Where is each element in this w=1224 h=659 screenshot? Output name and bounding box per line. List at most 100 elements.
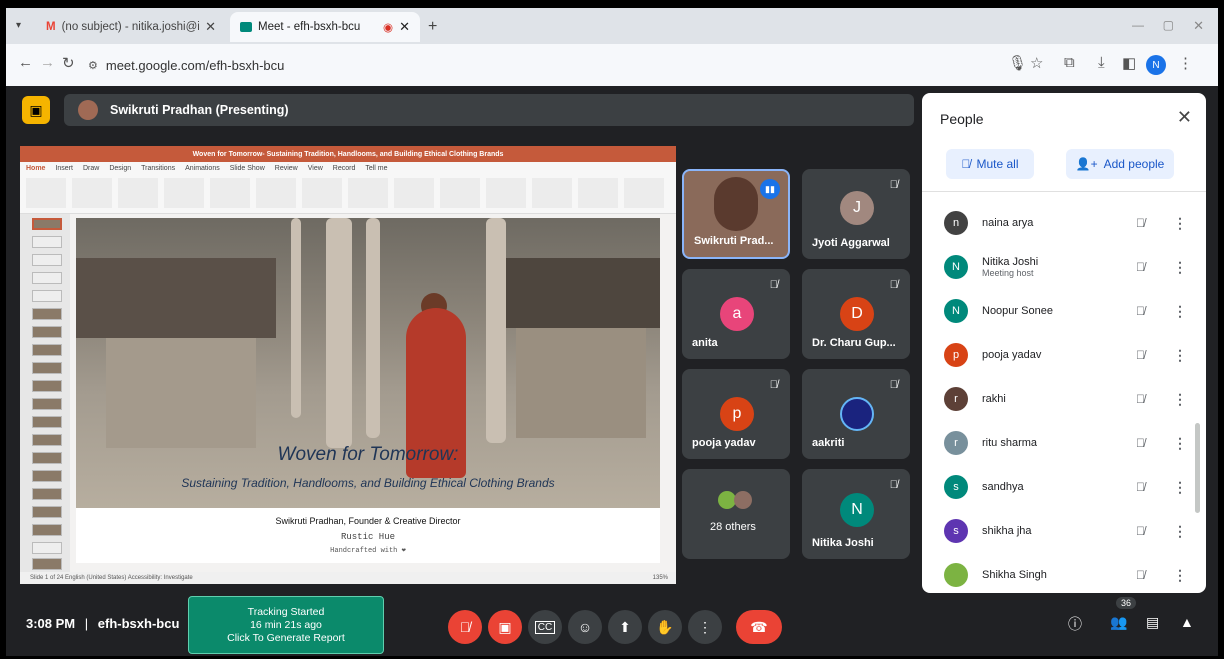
- close-icon[interactable]: ✕: [1177, 107, 1192, 128]
- presenter-avatar: [78, 100, 98, 120]
- control-bar: 3:08 PM | efh-bsxh-bcu Tracking Started …: [6, 594, 1218, 656]
- present-button[interactable]: ⬆: [608, 610, 642, 644]
- people-list-item[interactable]: N Noopur Sonee 🎙̸ ⋮: [944, 291, 1194, 331]
- participant-tile[interactable]: 🎙̸ a anita: [682, 269, 790, 359]
- others-tile[interactable]: 28 others: [682, 469, 790, 559]
- ppt-ribbon: Home Insert Draw Design Transitions Anim…: [20, 162, 676, 214]
- bookmark-star-icon[interactable]: ☆: [1030, 54, 1043, 72]
- mic-off-icon[interactable]: 🎙̸: [1136, 436, 1145, 450]
- mute-all-button[interactable]: 🎙̸ Mute all: [946, 149, 1034, 179]
- new-tab-button[interactable]: +: [428, 18, 437, 36]
- reload-icon[interactable]: ↻: [62, 54, 75, 72]
- meeting-time: 3:08 PM: [26, 616, 76, 631]
- people-list-item[interactable]: Shikha Singh 🎙̸ ⋮: [944, 555, 1194, 593]
- back-icon[interactable]: ←: [18, 54, 33, 71]
- slide-thumbnail: [32, 452, 62, 464]
- side-panel-icon[interactable]: ◧: [1122, 54, 1136, 72]
- more-options-icon[interactable]: ⋮: [1173, 435, 1187, 452]
- tracking-report-button[interactable]: Tracking Started 16 min 21s ago Click To…: [188, 596, 384, 654]
- url-field[interactable]: ⚙ meet.google.com/efh-bsxh-bcu: [76, 50, 1036, 80]
- tree-trunk: [291, 218, 301, 418]
- url-text: meet.google.com/efh-bsxh-bcu: [105, 57, 285, 73]
- participant-name: Jyoti Aggarwal: [812, 237, 890, 249]
- tab-meet[interactable]: Meet - efh-bsxh-bcu ◉ ✕: [230, 12, 420, 42]
- ppt-menu: Home Insert Draw Design Transitions Anim…: [20, 162, 676, 175]
- mic-off-icon[interactable]: 🎙̸: [1136, 216, 1145, 230]
- close-icon[interactable]: ✕: [399, 19, 410, 35]
- people-list-scrollbar[interactable]: [1195, 423, 1200, 513]
- more-options-icon[interactable]: ⋮: [1173, 479, 1187, 496]
- ppt-zoom: 135%: [652, 575, 668, 581]
- mic-off-icon: 🎙̸: [889, 179, 898, 191]
- presenter-banner-text: Swikruti Pradhan (Presenting): [110, 103, 289, 117]
- hut-wall: [516, 328, 646, 438]
- tab-gmail[interactable]: M (no subject) - nitika.joshi@ihe.c ✕: [36, 12, 226, 42]
- mic-off-icon[interactable]: 🎙̸: [1136, 480, 1145, 494]
- people-list-item[interactable]: s sandhya 🎙̸ ⋮: [944, 467, 1194, 507]
- minimize-icon[interactable]: —: [1132, 18, 1144, 32]
- more-options-icon[interactable]: ⋮: [1173, 303, 1187, 320]
- participant-tile[interactable]: 🎙̸ D Dr. Charu Gup...: [802, 269, 910, 359]
- add-people-button[interactable]: 👤+ Add people: [1066, 149, 1174, 179]
- more-options-icon[interactable]: ⋮: [1173, 215, 1187, 232]
- participant-avatar: s: [944, 519, 968, 543]
- hut-roof: [76, 258, 276, 338]
- ppt-menu-item: View: [307, 165, 323, 172]
- more-options-button[interactable]: ⋮: [688, 610, 722, 644]
- people-icon[interactable]: 👥: [1110, 614, 1127, 631]
- people-list-item[interactable]: p pooja yadav 🎙̸ ⋮: [944, 335, 1194, 375]
- people-list-item[interactable]: N Nitika Joshi Meeting host 🎙̸ ⋮: [944, 247, 1194, 287]
- slide-thumbnail: [32, 254, 62, 266]
- mic-off-button[interactable]: 🎙̸: [448, 610, 482, 644]
- participant-tile[interactable]: 🎙̸ aakriti: [802, 369, 910, 459]
- people-list-item[interactable]: r ritu sharma 🎙̸ ⋮: [944, 423, 1194, 463]
- mic-off-icon[interactable]: 🎙̸: [1136, 304, 1145, 318]
- leave-call-button[interactable]: ☎: [736, 610, 782, 644]
- mic-off-icon[interactable]: 🎙̸: [1136, 392, 1145, 406]
- window-close-icon[interactable]: ✕: [1193, 18, 1204, 34]
- mic-off-icon[interactable]: 🎙̸: [1136, 260, 1145, 274]
- profile-avatar[interactable]: N: [1146, 55, 1166, 75]
- more-options-icon[interactable]: ⋮: [1173, 567, 1187, 584]
- mic-off-icon[interactable]: 🎙̸: [1136, 568, 1145, 582]
- activities-icon[interactable]: ▲: [1180, 614, 1194, 630]
- camera-off-button[interactable]: ▣: [488, 610, 522, 644]
- microphone-icon[interactable]: 🎙: [1008, 54, 1027, 72]
- maximize-icon[interactable]: ▢: [1163, 18, 1174, 32]
- slide-thumbnail: [32, 308, 62, 320]
- menu-icon[interactable]: ⋮: [1178, 54, 1193, 72]
- chat-icon[interactable]: ▤: [1146, 614, 1159, 631]
- captions-button[interactable]: CC: [528, 610, 562, 644]
- tracking-line-1: Tracking Started: [247, 605, 325, 618]
- extensions-icon[interactable]: ⧉: [1064, 54, 1075, 71]
- tab-list-chevron-icon[interactable]: ▾: [16, 20, 21, 31]
- participant-name: aakriti: [812, 437, 845, 449]
- forward-icon[interactable]: →: [40, 54, 55, 71]
- meet-icon: [240, 22, 252, 32]
- participant-tile[interactable]: 🎙̸ J Jyoti Aggarwal: [802, 169, 910, 259]
- mic-off-icon[interactable]: 🎙̸: [1136, 348, 1145, 362]
- ppt-menu-item: Design: [109, 165, 132, 172]
- people-list-item[interactable]: r rakhi 🎙̸ ⋮: [944, 379, 1194, 419]
- people-list-item[interactable]: s shikha jha 🎙̸ ⋮: [944, 511, 1194, 551]
- reactions-button[interactable]: ☺: [568, 610, 602, 644]
- participant-tile[interactable]: 🎙̸ N Nitika Joshi: [802, 469, 910, 559]
- recording-icon: ◉: [383, 22, 394, 34]
- participant-tile[interactable]: 🎙̸ p pooja yadav: [682, 369, 790, 459]
- people-list-item[interactable]: n naina arya 🎙̸ ⋮: [944, 203, 1194, 243]
- presentation-icon[interactable]: ▣: [22, 96, 50, 124]
- raise-hand-button[interactable]: ✋: [648, 610, 682, 644]
- mic-off-icon[interactable]: 🎙̸: [1136, 524, 1145, 538]
- participant-name: Dr. Charu Gup...: [812, 337, 896, 349]
- download-icon[interactable]: ⤓: [1098, 54, 1105, 71]
- meeting-info-icon[interactable]: ⓘ: [1068, 614, 1082, 634]
- more-options-icon[interactable]: ⋮: [1173, 523, 1187, 540]
- more-options-icon[interactable]: ⋮: [1173, 347, 1187, 364]
- more-options-icon[interactable]: ⋮: [1173, 391, 1187, 408]
- hand-icon: ✋: [656, 618, 674, 635]
- participant-tile-presenter[interactable]: ▮▮ Swikruti Prad...: [682, 169, 790, 259]
- close-icon[interactable]: ✕: [205, 19, 216, 35]
- participant-name: anita: [692, 337, 718, 349]
- more-options-icon[interactable]: ⋮: [1173, 259, 1187, 276]
- site-info-icon[interactable]: ⚙: [88, 59, 98, 72]
